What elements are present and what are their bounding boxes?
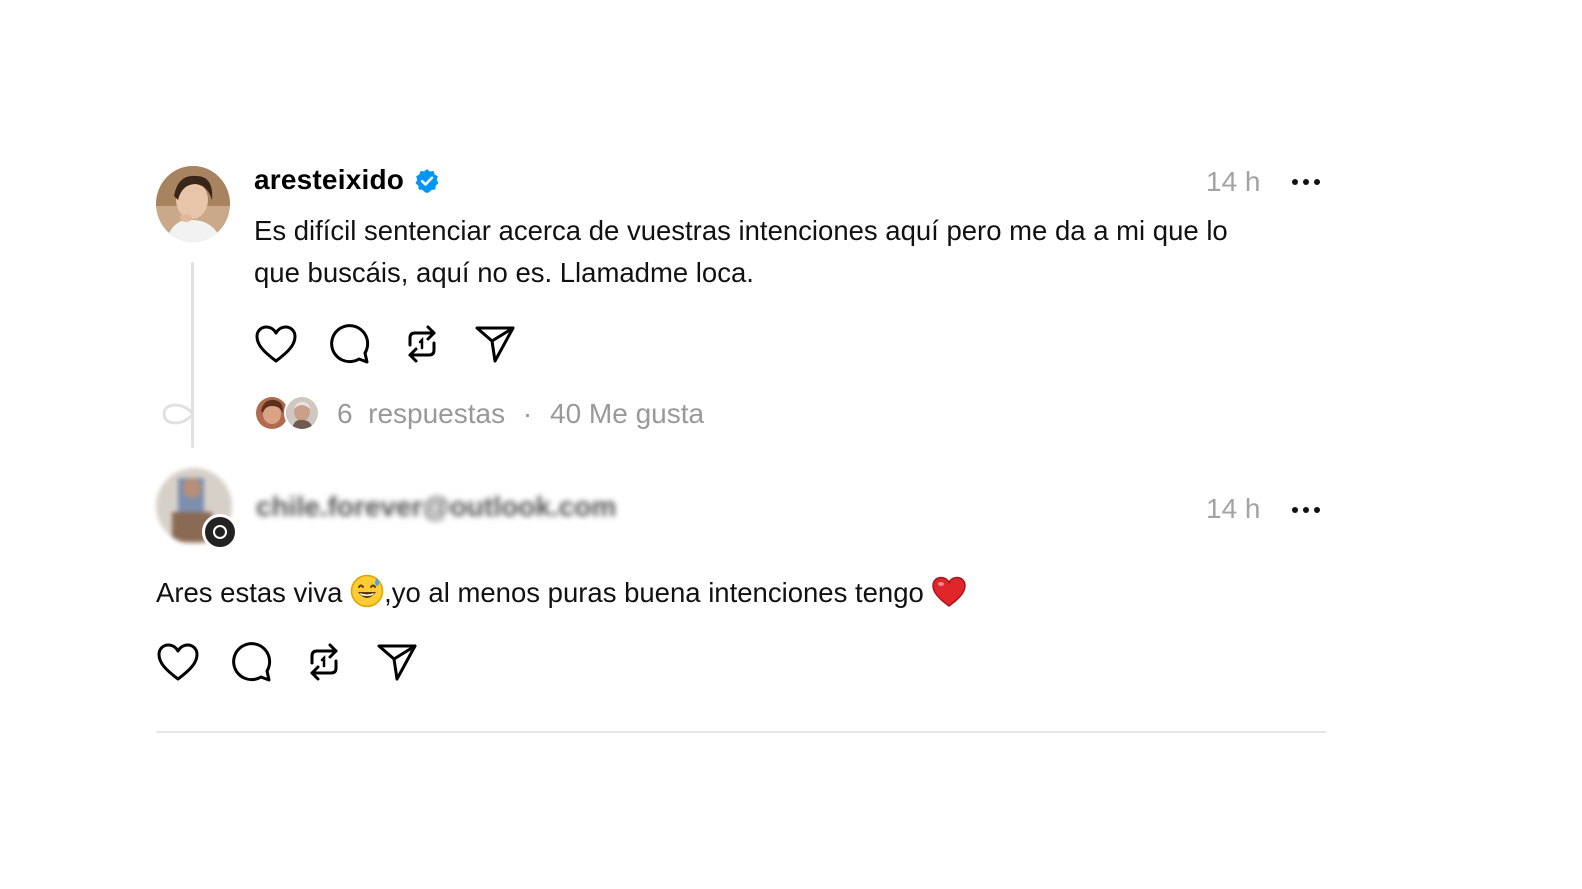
comment-icon bbox=[232, 642, 272, 682]
replies-link[interactable]: 6 respuestas bbox=[337, 398, 505, 429]
reply-text: Ares estas viva ,yo al menos puras buena… bbox=[156, 572, 967, 614]
likes-link[interactable]: 40 Me gusta bbox=[550, 398, 704, 429]
reply-like-button[interactable] bbox=[156, 640, 200, 684]
thread-divider bbox=[156, 731, 1326, 733]
verified-badge-icon bbox=[415, 169, 439, 193]
repost-button[interactable] bbox=[400, 322, 444, 366]
post-text-line-2: que buscáis, aquí no es. Llamadme loca. bbox=[254, 257, 754, 288]
reply-repost-button[interactable] bbox=[302, 640, 346, 684]
comment-icon bbox=[330, 324, 370, 364]
replier-private-badge bbox=[202, 514, 238, 550]
reply-action-bar bbox=[156, 640, 448, 684]
sweat-smile-emoji-icon bbox=[350, 574, 384, 608]
post-action-bar bbox=[254, 322, 546, 366]
repost-icon bbox=[408, 325, 436, 363]
reply-more-button[interactable] bbox=[1292, 505, 1322, 515]
replier-username[interactable]: chile.forever@outlook.com bbox=[256, 489, 616, 525]
lock-icon bbox=[213, 525, 227, 539]
share-icon bbox=[377, 644, 417, 681]
post-stats: 6 respuestas · 40 Me gusta bbox=[337, 396, 704, 432]
share-button[interactable] bbox=[473, 322, 517, 366]
post-more-button[interactable] bbox=[1292, 177, 1322, 187]
post-timestamp[interactable]: 14 h bbox=[1206, 164, 1261, 200]
author-avatar[interactable] bbox=[156, 166, 230, 242]
like-button[interactable] bbox=[254, 322, 298, 366]
reply-comment-button[interactable] bbox=[229, 640, 273, 684]
reply-share-button[interactable] bbox=[375, 640, 419, 684]
replier-avatar-2 bbox=[284, 395, 320, 431]
repost-icon bbox=[310, 643, 338, 681]
comment-button[interactable] bbox=[327, 322, 371, 366]
heart-icon bbox=[255, 325, 297, 363]
thread-loop-icon bbox=[162, 403, 195, 425]
heart-icon bbox=[157, 643, 199, 681]
red-heart-emoji-icon bbox=[932, 576, 967, 607]
author-username[interactable]: aresteixido bbox=[254, 162, 404, 198]
stats-separator: · bbox=[522, 398, 533, 429]
reply-timestamp[interactable]: 14 h bbox=[1206, 491, 1261, 527]
share-icon bbox=[475, 326, 515, 363]
post-text-line-1: Es difícil sentenciar acerca de vuestras… bbox=[254, 215, 1228, 246]
reply-text-part-1: Ares estas viva bbox=[156, 577, 351, 608]
reply-text-part-2: ,yo al menos puras buena intenciones ten… bbox=[384, 577, 932, 608]
